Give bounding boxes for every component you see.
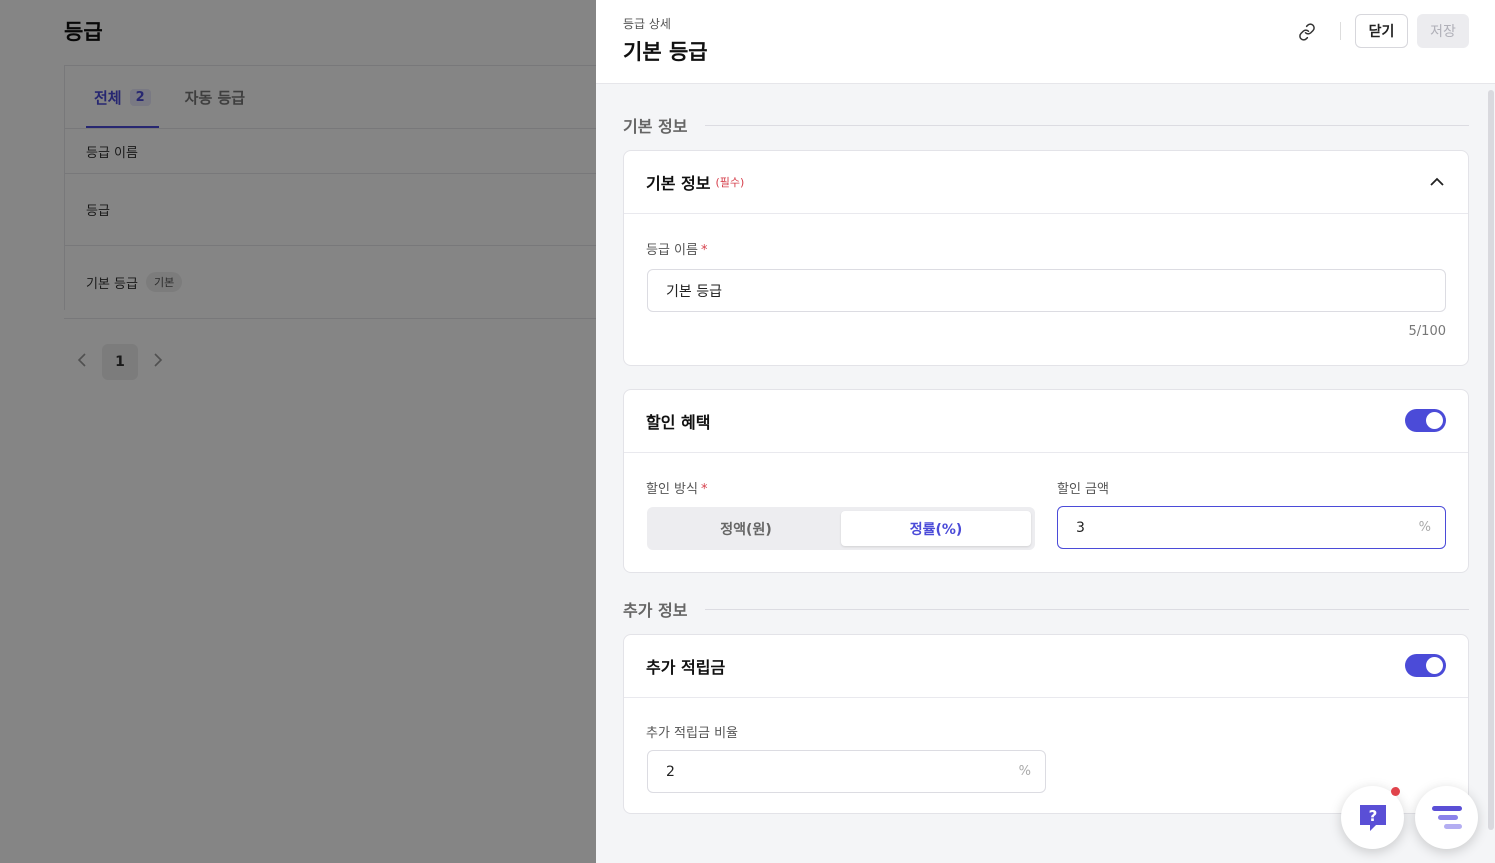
required-star: *	[700, 482, 708, 497]
close-button[interactable]: 닫기	[1355, 14, 1408, 48]
discount-card-title: 할인 혜택	[646, 413, 711, 432]
grade-detail-drawer: 등급 상세 기본 등급 닫기 저장 기본 정보 기본 정보 (필수) 등급 이름…	[596, 0, 1495, 863]
percent-unit: %	[1018, 764, 1031, 779]
required-tag: (필수)	[715, 176, 745, 189]
extra-points-rate-input[interactable]: 2 %	[647, 750, 1046, 793]
discount-amount-label: 할인 금액	[1057, 482, 1109, 497]
required-star: *	[700, 243, 708, 258]
modal-overlay[interactable]	[0, 0, 596, 863]
extra-points-rate-value: 2	[666, 763, 675, 780]
drawer-title: 기본 등급	[623, 40, 708, 64]
discount-amount-value: 3	[1076, 519, 1085, 536]
percent-unit: %	[1418, 520, 1431, 535]
section-extra-info-title: 추가 정보	[623, 601, 688, 620]
drawer-scrollbar[interactable]	[1488, 90, 1494, 830]
menu-button[interactable]	[1415, 786, 1478, 849]
drawer-header: 등급 상세 기본 등급 닫기 저장	[596, 0, 1495, 84]
grade-name-input[interactable]: 기본 등급	[647, 269, 1446, 312]
discount-card: 할인 혜택 할인 방식 * 정액(원) 정률(%) 할인 금액 3 %	[623, 389, 1469, 573]
extra-points-card: 추가 적립금 추가 적립금 비율 2 %	[623, 634, 1469, 814]
grade-name-label-text: 등급 이름	[646, 243, 698, 258]
discount-method-label-text: 할인 방식	[646, 482, 698, 497]
section-basic-info: 기본 정보	[623, 113, 1469, 137]
notification-dot	[1391, 787, 1400, 796]
section-extra-info: 추가 정보	[623, 597, 1469, 621]
section-basic-info-title: 기본 정보	[623, 117, 688, 136]
copy-link-icon[interactable]	[1293, 18, 1321, 46]
extra-points-card-title: 추가 적립금	[646, 658, 726, 677]
svg-text:?: ?	[1368, 807, 1377, 825]
extra-points-card-header: 추가 적립금	[624, 635, 1468, 698]
menu-lines-icon	[1431, 805, 1462, 829]
segment-percentage[interactable]: 정률(%)	[841, 511, 1031, 546]
discount-amount-input[interactable]: 3 %	[1057, 506, 1446, 549]
segment-fixed-amount[interactable]: 정액(원)	[651, 511, 841, 546]
grade-name-label: 등급 이름 *	[646, 239, 707, 258]
char-counter: 5/100	[1408, 324, 1446, 339]
save-button[interactable]: 저장	[1417, 14, 1469, 48]
help-chat-icon: ?	[1359, 804, 1386, 831]
discount-method-segmented: 정액(원) 정률(%)	[647, 507, 1035, 550]
discount-card-header: 할인 혜택	[624, 390, 1468, 453]
grade-name-input-value: 기본 등급	[666, 283, 722, 300]
discount-method-label: 할인 방식 *	[646, 478, 707, 497]
discount-toggle[interactable]	[1405, 409, 1446, 432]
drawer-subtitle: 등급 상세	[623, 17, 671, 31]
chevron-up-icon[interactable]	[1428, 173, 1446, 191]
toggle-knob	[1426, 412, 1443, 429]
basic-info-card-header[interactable]: 기본 정보 (필수)	[624, 151, 1468, 214]
extra-points-toggle[interactable]	[1405, 654, 1446, 677]
extra-points-rate-label: 추가 적립금 비율	[646, 726, 738, 741]
basic-info-card-title: 기본 정보	[646, 174, 711, 193]
section-divider	[705, 124, 1469, 126]
header-divider	[1340, 22, 1341, 40]
toggle-knob	[1426, 657, 1443, 674]
basic-info-card: 기본 정보 (필수) 등급 이름 * 기본 등급 5/100	[623, 150, 1469, 366]
section-divider	[705, 608, 1469, 610]
